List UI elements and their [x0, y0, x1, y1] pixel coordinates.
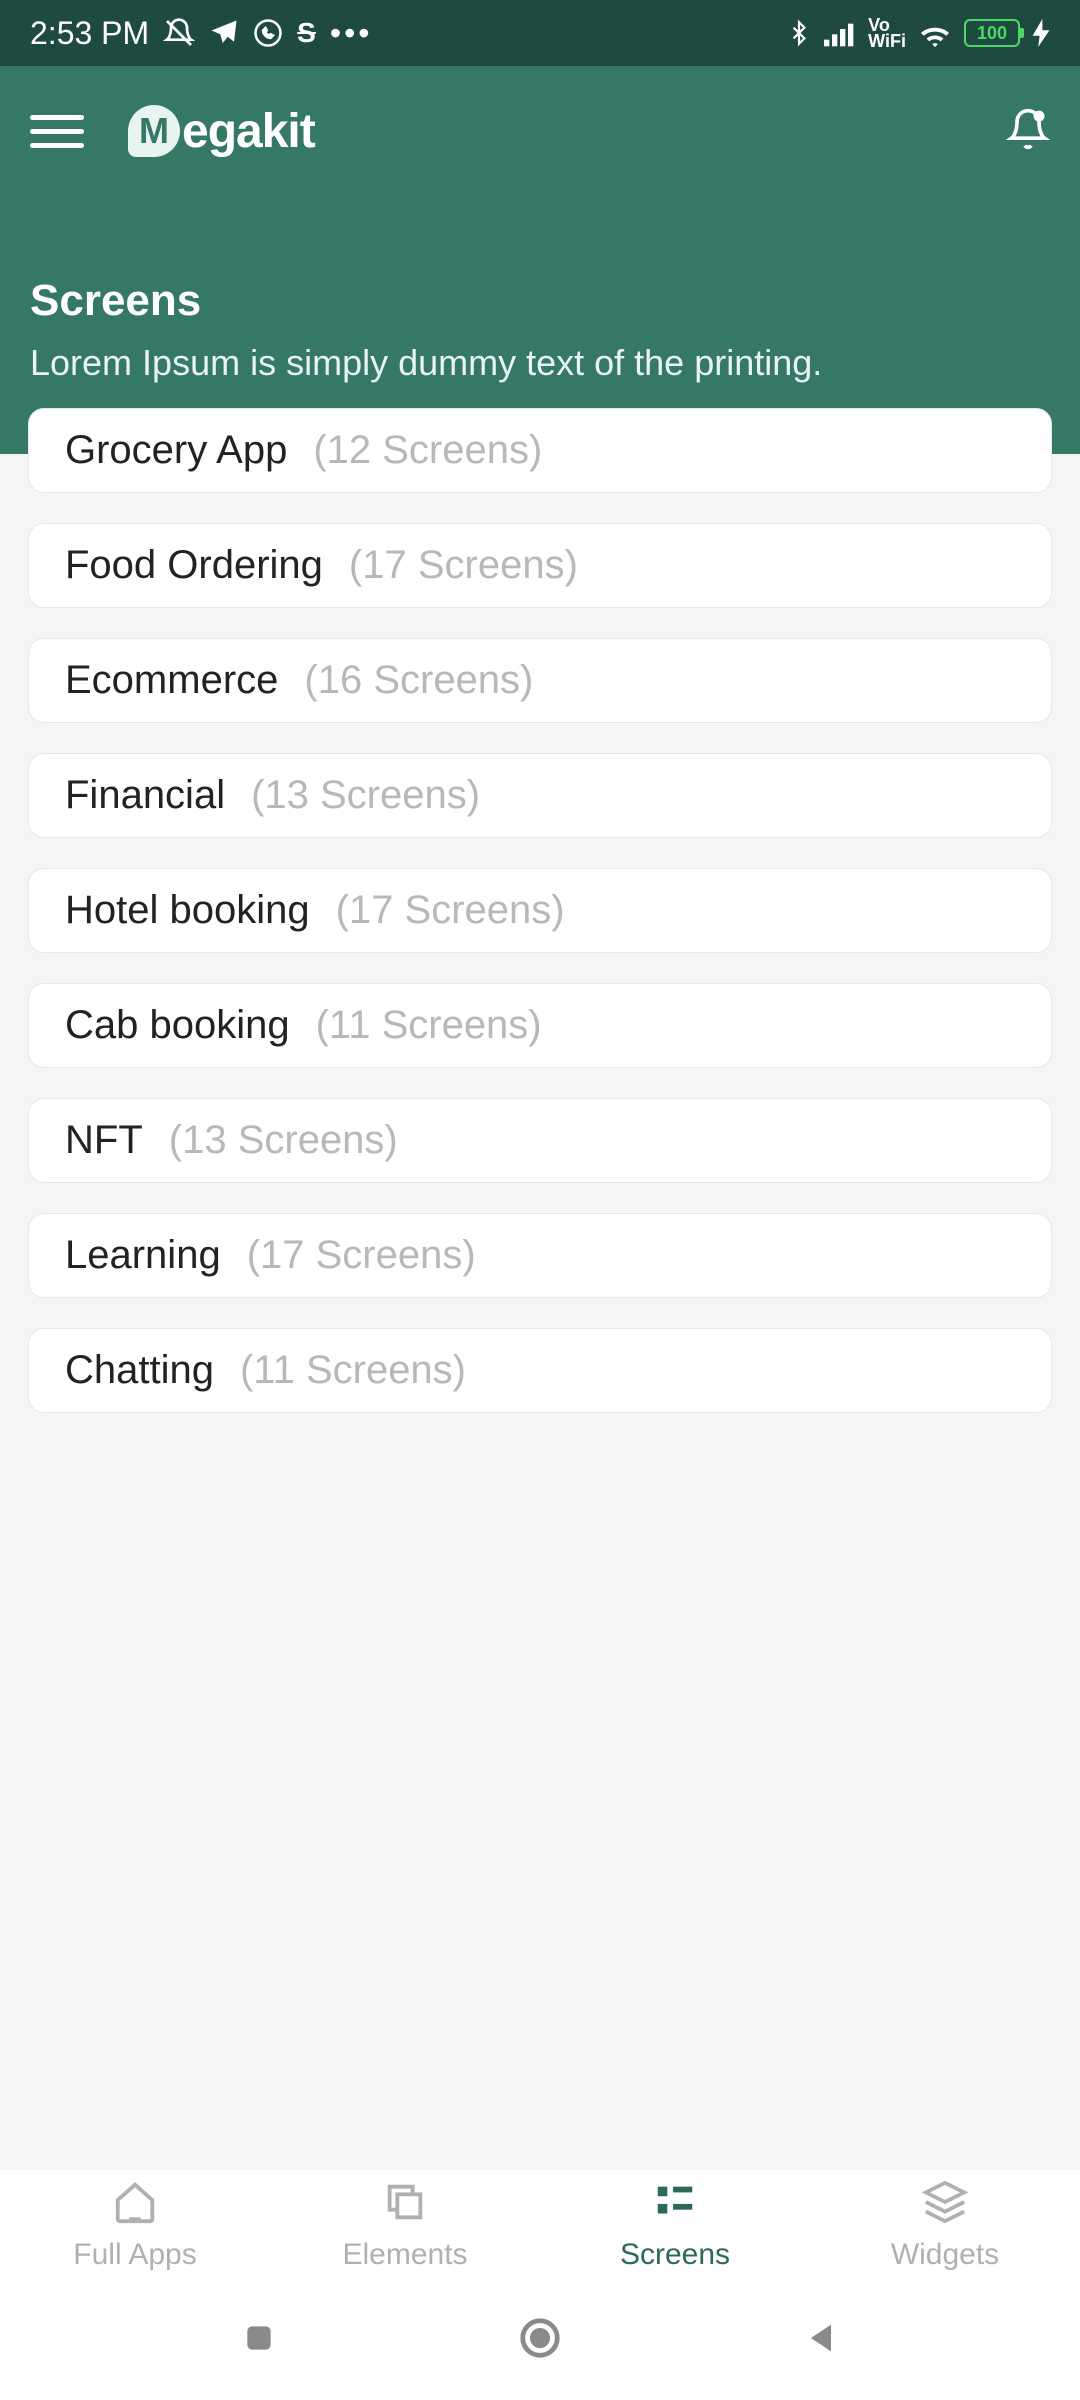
card-meta: (17 Screens)	[247, 1233, 476, 1278]
nav-label: Screens	[620, 2238, 730, 2272]
recents-button[interactable]	[239, 2318, 279, 2363]
nav-label: Widgets	[891, 2238, 999, 2272]
page-subtitle: Lorem Ipsum is simply dummy text of the …	[30, 342, 1050, 384]
bottom-nav: Full Apps Elements Screens Widgets	[0, 2170, 1080, 2280]
nav-screens[interactable]: Screens	[540, 2170, 810, 2280]
home-button[interactable]	[517, 2315, 563, 2366]
more-icon: •••	[330, 15, 373, 52]
card-title: Chatting	[65, 1348, 214, 1393]
list-item[interactable]: Cab booking (11 Screens)	[28, 983, 1052, 1068]
card-meta: (13 Screens)	[169, 1118, 398, 1163]
app-logo[interactable]: M egakit	[128, 104, 315, 159]
list-item[interactable]: Hotel booking (17 Screens)	[28, 868, 1052, 953]
menu-button[interactable]	[30, 115, 84, 148]
card-title: Ecommerce	[65, 658, 278, 703]
card-title: Food Ordering	[65, 543, 323, 588]
page-title: Screens	[30, 276, 1050, 326]
logo-mark: M	[128, 105, 180, 157]
card-meta: (13 Screens)	[251, 773, 480, 818]
card-meta: (16 Screens)	[304, 658, 533, 703]
nav-label: Elements	[342, 2238, 467, 2272]
battery-indicator: 100	[964, 19, 1020, 47]
list-item[interactable]: Grocery App (12 Screens)	[28, 408, 1052, 493]
nav-elements[interactable]: Elements	[270, 2170, 540, 2280]
layers-icon	[922, 2179, 968, 2230]
card-title: Learning	[65, 1233, 221, 1278]
copy-icon	[382, 2179, 428, 2230]
list-item[interactable]: Financial (13 Screens)	[28, 753, 1052, 838]
wifi-icon	[918, 19, 952, 47]
logo-text: egakit	[182, 104, 315, 159]
card-title: Financial	[65, 773, 225, 818]
system-nav	[0, 2280, 1080, 2400]
battery-level: 100	[977, 23, 1007, 44]
signal-icon	[824, 19, 856, 47]
screens-list: Grocery App (12 Screens) Food Ordering (…	[0, 408, 1080, 1443]
whatsapp-icon	[253, 18, 283, 48]
s-icon: S	[297, 17, 316, 49]
card-title: Cab booking	[65, 1003, 290, 1048]
app-header: M egakit Screens Lorem Ipsum is simply d…	[0, 66, 1080, 454]
list-item[interactable]: Food Ordering (17 Screens)	[28, 523, 1052, 608]
status-right: Vo WiFi 100	[786, 17, 1050, 49]
status-left: 2:53 PM S •••	[30, 15, 372, 52]
nav-widgets[interactable]: Widgets	[810, 2170, 1080, 2280]
home-icon	[112, 2179, 158, 2230]
page-meta: Screens Lorem Ipsum is simply dummy text…	[30, 276, 1050, 384]
status-bar: 2:53 PM S ••• Vo WiFi 100	[0, 0, 1080, 66]
nav-label: Full Apps	[73, 2238, 196, 2272]
list-item[interactable]: NFT (13 Screens)	[28, 1098, 1052, 1183]
card-title: NFT	[65, 1118, 143, 1163]
telegram-icon	[209, 18, 239, 48]
back-button[interactable]	[801, 2318, 841, 2363]
notifications-button[interactable]	[1006, 107, 1050, 156]
list-item[interactable]: Learning (17 Screens)	[28, 1213, 1052, 1298]
status-time: 2:53 PM	[30, 15, 149, 52]
card-title: Hotel booking	[65, 888, 310, 933]
nav-full-apps[interactable]: Full Apps	[0, 2170, 270, 2280]
header-top: M egakit	[30, 96, 1050, 166]
mute-icon	[163, 17, 195, 49]
list-icon	[652, 2179, 698, 2230]
charging-icon	[1032, 19, 1050, 47]
list-item[interactable]: Chatting (11 Screens)	[28, 1328, 1052, 1413]
vowifi-indicator: Vo WiFi	[868, 17, 906, 49]
card-title: Grocery App	[65, 428, 287, 473]
card-meta: (11 Screens)	[316, 1003, 542, 1048]
vowifi-bottom: WiFi	[868, 33, 906, 49]
card-meta: (12 Screens)	[313, 428, 542, 473]
card-meta: (11 Screens)	[240, 1348, 466, 1393]
bluetooth-icon	[786, 17, 812, 49]
card-meta: (17 Screens)	[336, 888, 565, 933]
card-meta: (17 Screens)	[349, 543, 578, 588]
list-item[interactable]: Ecommerce (16 Screens)	[28, 638, 1052, 723]
